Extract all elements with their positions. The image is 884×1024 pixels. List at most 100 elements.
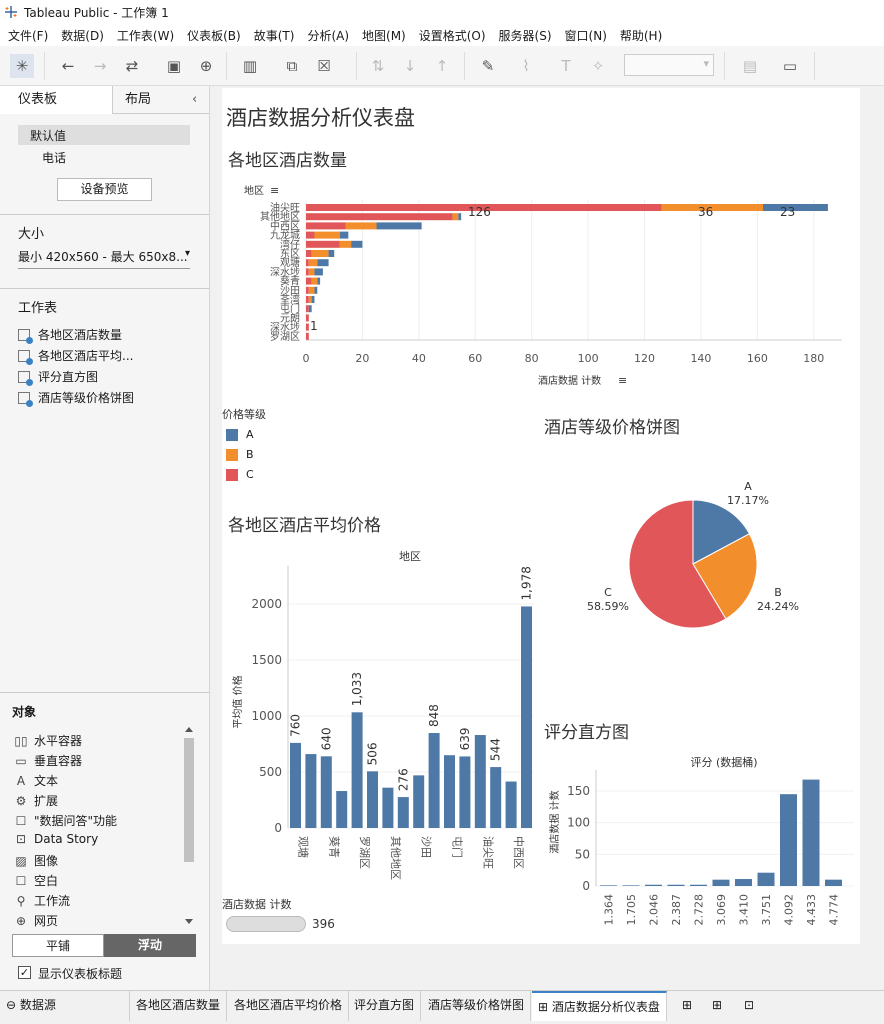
pie-value-label: 17.17%	[727, 494, 769, 507]
worksheet-item[interactable]: 各地区酒店数量	[18, 326, 122, 344]
tab-sheet[interactable]: 各地区酒店数量	[130, 991, 228, 1021]
tab-sheet[interactable]: 酒店等级价格饼图	[422, 991, 532, 1021]
tab-dashboard[interactable]: 仪表板	[0, 86, 113, 114]
new-worksheet-icon[interactable]: ▥	[238, 54, 262, 78]
object-horizontal-container[interactable]: ▯▯ 水平容器	[14, 732, 82, 749]
menu-help[interactable]: 帮助(H)	[620, 27, 662, 44]
pin-icon[interactable]: ✧	[586, 54, 610, 78]
highlight-icon[interactable]: ✎	[476, 54, 500, 78]
bar-segment-C	[306, 250, 312, 257]
legend-item[interactable]: C	[226, 468, 254, 481]
hotel-count-bar-chart: 地区 ≡0 20 40 60 80 100 120 140 160 180油尖旺其他地区中西区九龙城…	[244, 184, 842, 387]
new-datasource-icon[interactable]: ⊕	[194, 54, 218, 78]
save-icon[interactable]: ▣	[162, 54, 186, 78]
legend-item[interactable]: A	[226, 428, 254, 441]
device-preview-button[interactable]: 设备预览	[57, 178, 152, 201]
size-select[interactable]: 最小 420x560 - 最大 650x8... ▾	[18, 248, 190, 269]
x-axis-title: 地区	[399, 550, 421, 563]
legend-swatch	[226, 428, 238, 441]
x-tick-label: 油尖旺	[481, 836, 495, 869]
menu-map[interactable]: 地图(M)	[362, 27, 406, 44]
tab-sheet[interactable]: 各地区酒店平均价格	[228, 991, 350, 1021]
menu-bar: 文件(F) 数据(D) 工作表(W) 仪表板(B) 故事(T) 分析(A) 地图…	[0, 24, 884, 46]
redo-icon[interactable]: →	[88, 54, 112, 78]
replay-icon[interactable]: ⇄	[120, 54, 144, 78]
tab-sheet[interactable]: 评分直方图	[348, 991, 422, 1021]
sort-desc-icon[interactable]: ↑	[430, 54, 454, 78]
worksheet-item[interactable]: 各地区酒店平均...	[18, 347, 133, 365]
bar-segment-A	[314, 286, 318, 294]
menu-worksheet[interactable]: 工作表(W)	[117, 27, 174, 44]
object-text[interactable]: A 文本	[14, 772, 58, 789]
tab-datasource[interactable]: ⊖ 数据源	[0, 991, 130, 1021]
object-web-page[interactable]: ⊕ 网页	[14, 912, 58, 929]
collapse-pane-icon[interactable]: ‹	[192, 86, 208, 114]
menu-dashboard[interactable]: 仪表板(B)	[187, 27, 241, 44]
device-phone[interactable]: 电话	[42, 149, 66, 166]
menu-data[interactable]: 数据(D)	[61, 27, 104, 44]
undo-icon[interactable]: ←	[56, 54, 80, 78]
y-tick-label: 0	[582, 879, 590, 893]
object-ask-data[interactable]: ☐ "数据问答"功能	[14, 812, 117, 829]
device-default[interactable]: 默认值	[30, 127, 66, 144]
object-label: 垂直容器	[34, 754, 83, 768]
clear-icon[interactable]: ☒	[312, 54, 336, 78]
sort-asc-icon[interactable]: ↓	[398, 54, 422, 78]
object-data-story[interactable]: ⊡ Data Story	[14, 832, 98, 846]
worksheet-item[interactable]: 酒店等级价格饼图	[18, 389, 134, 407]
floating-toggle[interactable]: 浮动	[104, 934, 196, 957]
object-blank[interactable]: ☐ 空白	[14, 872, 58, 889]
price-grade-pie-chart: A17.17% B24.24% C58.59%	[587, 480, 799, 629]
y-tick-label: 罗湖区	[270, 331, 300, 343]
workflow-icon: ⚲	[16, 893, 26, 908]
menu-format[interactable]: 设置格式(O)	[419, 27, 486, 44]
object-vertical-container[interactable]: ▭ 垂直容器	[14, 752, 82, 769]
new-dashboard-icon[interactable]: ⊞	[706, 991, 728, 1021]
count-filter-slider[interactable]	[226, 916, 306, 932]
object-image[interactable]: ▨ 图像	[14, 852, 58, 869]
presentation-icon[interactable]: ▭	[778, 54, 802, 78]
y-tick-label: 500	[259, 765, 282, 779]
menu-window[interactable]: 窗口(N)	[565, 27, 607, 44]
bar-segment-C	[306, 259, 309, 267]
menu-file[interactable]: 文件(F)	[8, 27, 48, 44]
histogram-bar	[690, 884, 707, 886]
objects-scrollbar[interactable]	[183, 726, 195, 926]
y-axis-title: 平均值 价格	[231, 675, 244, 728]
data-story-icon: ⊡	[15, 832, 27, 846]
show-title-checkbox[interactable]: ✓	[18, 966, 31, 979]
toolbar-separator	[44, 52, 45, 80]
legend-item[interactable]: B	[226, 448, 254, 461]
annotate-icon[interactable]: ⌇	[514, 54, 538, 78]
fit-select[interactable]	[624, 54, 714, 76]
toolbar-separator	[724, 52, 725, 80]
data-label: 276	[396, 768, 410, 791]
dashboard-pane: 仪表板 布局 ‹ 默认值 电话 设备预览 大小 最小 420x560 - 最大 …	[0, 86, 210, 990]
swap-icon[interactable]: ⇅	[366, 54, 390, 78]
x-tick-label: 中西区	[512, 836, 525, 869]
tab-dashboard-active[interactable]: ⊞ 酒店数据分析仪表盘	[532, 991, 667, 1021]
object-extension[interactable]: ⚙ 扩展	[14, 792, 58, 809]
labels-icon[interactable]: T	[554, 54, 578, 78]
y-tick-label: 0	[274, 821, 282, 835]
histogram-bar	[802, 779, 820, 886]
histogram-bar	[735, 879, 752, 886]
pie-value-label: 58.59%	[587, 600, 629, 613]
worksheet-item[interactable]: 评分直方图	[18, 368, 98, 386]
tab-layout[interactable]: 布局	[113, 86, 183, 114]
histogram-title: 评分直方图	[544, 723, 629, 743]
size-title: 大小	[18, 227, 45, 242]
bar	[382, 787, 394, 828]
menu-server[interactable]: 服务器(S)	[499, 27, 552, 44]
legend-label: A	[246, 428, 254, 441]
new-story-icon[interactable]: ⊡	[738, 991, 760, 1021]
tableau-logo-icon[interactable]: ✳	[10, 54, 34, 78]
duplicate-icon[interactable]: ⧉	[280, 54, 304, 78]
show-me-icon[interactable]: ▤	[738, 54, 762, 78]
data-label: 848	[427, 704, 441, 727]
new-worksheet-icon[interactable]: ⊞	[676, 991, 698, 1021]
tiled-toggle[interactable]: 平铺	[12, 934, 104, 957]
menu-analysis[interactable]: 分析(A)	[307, 27, 349, 44]
menu-story[interactable]: 故事(T)	[254, 27, 295, 44]
object-workflow[interactable]: ⚲ 工作流	[14, 892, 70, 909]
